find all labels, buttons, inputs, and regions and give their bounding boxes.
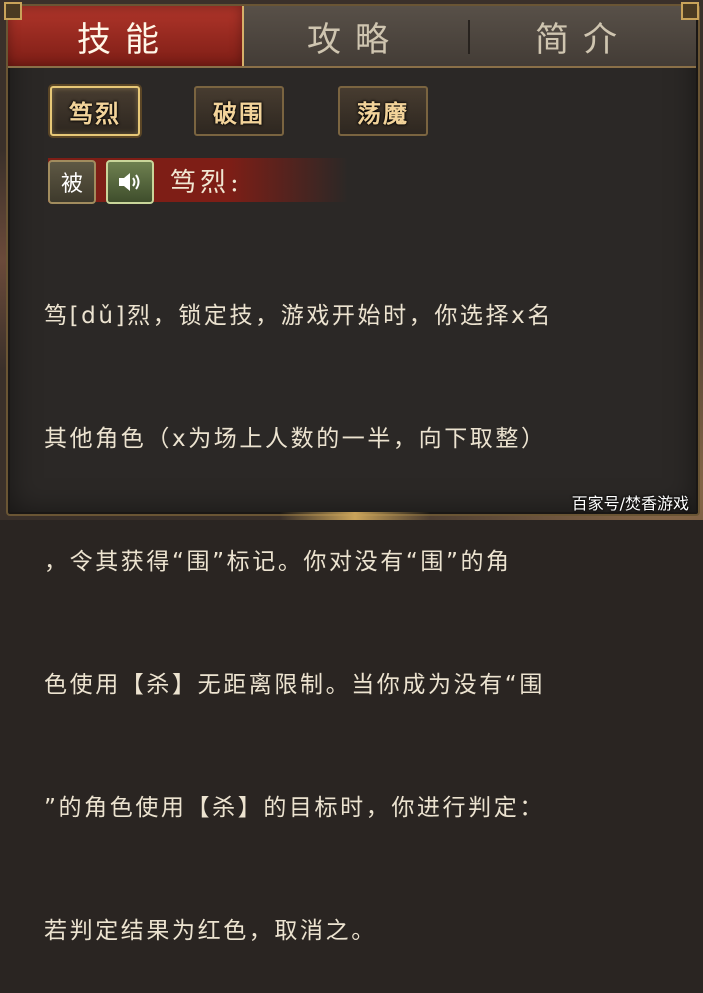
- passive-badge: 被: [48, 160, 96, 204]
- skill-description: 笃[dǔ]烈，锁定技，游戏开始时，你选择x名 其他角色（x为场上人数的一半，向下…: [44, 214, 680, 993]
- skill-name: 笃烈:: [170, 167, 243, 198]
- description-line: 色使用【杀】无距离限制。当你成为没有“围: [44, 672, 545, 698]
- tab-strategy[interactable]: 攻略: [242, 6, 468, 66]
- description-line: ”的角色使用【杀】的目标时，你进行判定：: [44, 795, 545, 821]
- watermark: 百家号/焚香游戏: [571, 494, 689, 513]
- tab-bar: 技能 攻略 简介: [8, 6, 696, 68]
- tab-intro[interactable]: 简介: [470, 6, 696, 66]
- skill-button-duolie[interactable]: 笃烈: [50, 86, 140, 136]
- speaker-icon[interactable]: [106, 160, 154, 204]
- corner-ornament-top-left: [4, 2, 22, 20]
- skill-button-powei[interactable]: 破围: [194, 86, 284, 136]
- description-line: 若判定结果为红色，取消之。: [44, 918, 377, 944]
- description-line: 其他角色（x为场上人数的一半，向下取整）: [44, 426, 547, 452]
- tab-skills[interactable]: 技能: [8, 6, 244, 66]
- description-line: ，令其获得“围”标记。你对没有“围”的角: [44, 549, 512, 575]
- speaker-icon-glyph: [119, 173, 140, 191]
- skill-button-dangmo[interactable]: 荡魔: [338, 86, 428, 136]
- bottom-ornament: [280, 512, 430, 520]
- corner-ornament-top-right: [681, 2, 699, 20]
- description-line: 笃[dǔ]烈，锁定技，游戏开始时，你选择x名: [44, 303, 553, 329]
